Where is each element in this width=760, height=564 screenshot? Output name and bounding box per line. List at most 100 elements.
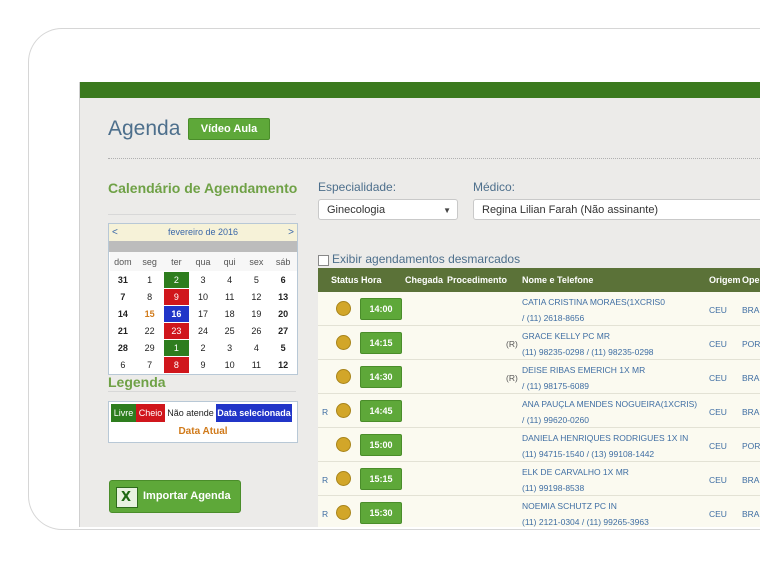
table-row[interactable]: 14:00 CATIA CRISTINA MORAES(1XCRIS0 / (1…: [318, 292, 760, 326]
calendar-day[interactable]: 11: [242, 356, 271, 374]
calendar-header: < fevereiro de 2016 >: [109, 224, 297, 241]
patient-name[interactable]: ANA PAUÇLA MENDES NOGUEIRA(1XCRIS): [522, 399, 697, 409]
calendar-day[interactable]: 12: [242, 288, 271, 306]
calendar-day[interactable]: 1: [162, 339, 191, 357]
calendar-day[interactable]: 17: [189, 305, 217, 323]
row-mark: (R): [506, 373, 518, 383]
calendar-day[interactable]: 4: [242, 339, 271, 357]
weekday-label: sex: [243, 252, 270, 272]
appointments-table: Status Hora Chegada Procedimento Nome e …: [318, 268, 760, 527]
calendar-day[interactable]: 25: [215, 322, 244, 340]
calendar-day[interactable]: 8: [162, 356, 191, 374]
table-row[interactable]: 15:00 DANIELA HENRIQUES RODRIGUES 1X IN …: [318, 428, 760, 462]
patient-name[interactable]: NOEMIA SCHUTZ PC IN: [522, 501, 617, 511]
row-operadora: BRA: [742, 305, 760, 315]
table-row[interactable]: R 15:30 NOEMIA SCHUTZ PC IN (11) 2121-03…: [318, 496, 760, 527]
calendar-day[interactable]: 4: [215, 271, 244, 289]
time-button[interactable]: 14:00: [360, 298, 402, 320]
calendar-day[interactable]: 11: [215, 288, 244, 306]
patient-phone: (11) 94715-1540 / (13) 99108-1442: [522, 449, 655, 459]
calendar-day[interactable]: 2: [189, 339, 217, 357]
calendar-day[interactable]: 5: [242, 271, 271, 289]
next-month-button[interactable]: >: [288, 224, 294, 241]
legend-title: Legenda: [108, 374, 166, 390]
calendar-day[interactable]: 24: [189, 322, 217, 340]
calendar-day[interactable]: 3: [215, 339, 244, 357]
calendar-day[interactable]: 2: [162, 271, 191, 289]
excel-icon: [116, 487, 138, 508]
time-button[interactable]: 14:15: [360, 332, 402, 354]
calendar-day-selected[interactable]: 16: [162, 305, 191, 323]
row-operadora: BRA: [742, 373, 760, 383]
calendar-day[interactable]: 6: [109, 356, 137, 374]
calendar-day[interactable]: 18: [215, 305, 244, 323]
status-dot-icon: [336, 301, 351, 316]
especialidade-select[interactable]: Ginecologia ▼: [318, 199, 458, 220]
calendar-day[interactable]: 29: [135, 339, 164, 357]
import-agenda-button[interactable]: Importar Agenda: [109, 480, 241, 513]
patient-name[interactable]: DEISE RIBAS EMERICH 1X MR: [522, 365, 645, 375]
calendar-day[interactable]: 14: [109, 305, 137, 323]
medico-label: Médico:: [473, 180, 516, 194]
table-row[interactable]: 14:15 (R) GRACE KELLY PC MR (11) 98235-0…: [318, 326, 760, 360]
calendar-day-today[interactable]: 15: [135, 305, 164, 323]
calendar-day[interactable]: 1: [135, 271, 164, 289]
desmarcados-checkbox[interactable]: [318, 255, 329, 266]
row-operadora: BRA: [742, 509, 760, 519]
calendar-day[interactable]: 21: [109, 322, 137, 340]
row-origem: CEU: [709, 509, 727, 519]
calendar-day[interactable]: 26: [242, 322, 271, 340]
page-title: Agenda: [108, 117, 181, 140]
calendar-day[interactable]: 7: [109, 288, 137, 306]
calendar-day[interactable]: 23: [162, 322, 191, 340]
table-row[interactable]: R 15:15 ELK DE CARVALHO 1X MR (11) 99198…: [318, 462, 760, 496]
calendar-day[interactable]: 27: [269, 322, 297, 340]
weekday-label: seg: [136, 252, 164, 272]
video-lesson-button[interactable]: Vídeo Aula: [188, 118, 270, 140]
time-button[interactable]: 15:30: [360, 502, 402, 524]
patient-name[interactable]: CATIA CRISTINA MORAES(1XCRIS0: [522, 297, 665, 307]
row-origem: CEU: [709, 305, 727, 315]
table-row[interactable]: 14:30 (R) DEISE RIBAS EMERICH 1X MR / (1…: [318, 360, 760, 394]
calendar-title: Calendário de Agendamento: [108, 180, 298, 196]
calendar: < fevereiro de 2016 > dom seg ter qua qu…: [108, 223, 298, 375]
legend-selecionada: Data selecionada: [216, 404, 292, 422]
status-dot-icon: [336, 437, 351, 452]
status-dot-icon: [336, 335, 351, 350]
prev-month-button[interactable]: <: [112, 224, 118, 241]
patient-name[interactable]: ELK DE CARVALHO 1X MR: [522, 467, 629, 477]
patient-name[interactable]: GRACE KELLY PC MR: [522, 331, 610, 341]
col-hora: Hora: [361, 275, 382, 285]
col-status: Status: [331, 275, 359, 285]
medico-select[interactable]: Regina Lilian Farah (Não assinante): [473, 199, 760, 220]
time-button[interactable]: 14:45: [360, 400, 402, 422]
calendar-day[interactable]: 13: [269, 288, 297, 306]
row-flag: R: [322, 475, 329, 485]
calendar-day[interactable]: 12: [269, 356, 297, 374]
calendar-day[interactable]: 7: [135, 356, 164, 374]
row-operadora: POR: [742, 339, 760, 349]
calendar-day[interactable]: 20: [269, 305, 297, 323]
calendar-day[interactable]: 19: [242, 305, 271, 323]
calendar-day[interactable]: 3: [189, 271, 217, 289]
calendar-day[interactable]: 31: [109, 271, 137, 289]
time-button[interactable]: 15:00: [360, 434, 402, 456]
calendar-day[interactable]: 6: [269, 271, 297, 289]
status-dot-icon: [336, 369, 351, 384]
calendar-day[interactable]: 8: [135, 288, 164, 306]
patient-name[interactable]: DANIELA HENRIQUES RODRIGUES 1X IN: [522, 433, 688, 443]
import-agenda-label: Importar Agenda: [143, 490, 231, 502]
calendar-day[interactable]: 28: [109, 339, 137, 357]
row-flag: R: [322, 407, 329, 417]
legend-nao-atende: Não atende: [165, 404, 216, 422]
table-row[interactable]: R 14:45 ANA PAUÇLA MENDES NOGUEIRA(1XCRI…: [318, 394, 760, 428]
time-button[interactable]: 14:30: [360, 366, 402, 388]
calendar-day[interactable]: 10: [215, 356, 244, 374]
calendar-day[interactable]: 5: [269, 339, 297, 357]
calendar-day[interactable]: 10: [189, 288, 217, 306]
calendar-day[interactable]: 9: [162, 288, 191, 306]
status-dot-icon: [336, 471, 351, 486]
time-button[interactable]: 15:15: [360, 468, 402, 490]
calendar-day[interactable]: 9: [189, 356, 217, 374]
calendar-day[interactable]: 22: [135, 322, 164, 340]
